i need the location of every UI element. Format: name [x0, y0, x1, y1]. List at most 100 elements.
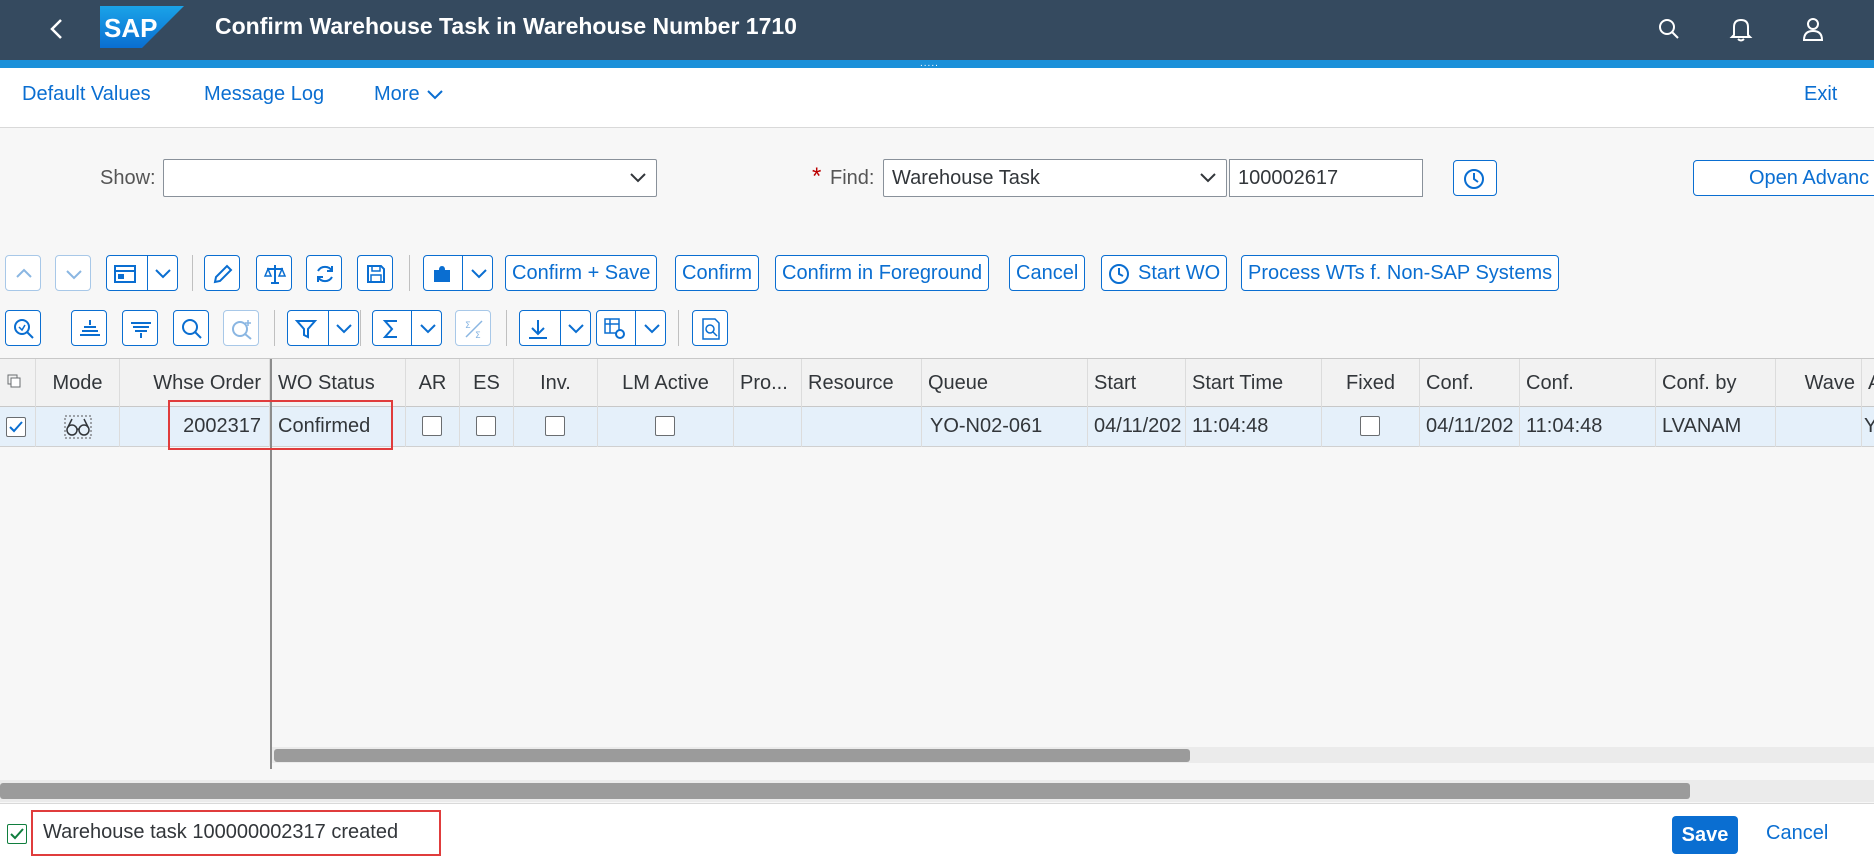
menu-message-log[interactable]: Message Log: [204, 83, 324, 106]
row-select-cell[interactable]: [0, 407, 36, 447]
resize-grip[interactable]: .....: [920, 59, 939, 69]
start-wo-button[interactable]: Start WO: [1101, 255, 1228, 291]
col-es[interactable]: ES: [460, 359, 514, 407]
fixed-checkbox[interactable]: [1360, 416, 1380, 436]
toolbar-separator: [409, 255, 410, 291]
lm-active-checkbox[interactable]: [655, 416, 675, 436]
row-select-checkbox[interactable]: [6, 417, 26, 437]
select-all-cell[interactable]: [0, 359, 36, 407]
col-conf-by[interactable]: Conf. by: [1656, 359, 1776, 407]
scroll-down-button[interactable]: [55, 255, 91, 291]
print-preview-button[interactable]: [692, 310, 728, 346]
ar-checkbox[interactable]: [422, 416, 442, 436]
process-nonsap-button[interactable]: Process WTs f. Non-SAP Systems: [1241, 255, 1560, 291]
svg-text:SAP: SAP: [104, 13, 157, 43]
col-start-time[interactable]: Start Time: [1186, 359, 1322, 407]
col-start[interactable]: Start: [1088, 359, 1186, 407]
select-all-icon: [7, 374, 21, 388]
edit-button[interactable]: [204, 255, 240, 291]
refresh-icon: [317, 265, 333, 283]
user-icon[interactable]: [1796, 12, 1830, 46]
col-lm-active[interactable]: LM Active: [598, 359, 734, 407]
sort-ascending-button[interactable]: [71, 310, 107, 346]
page-horizontal-scrollbar[interactable]: [0, 780, 1874, 802]
start-time-cell[interactable]: 11:04:48: [1186, 407, 1322, 447]
start-date-cell[interactable]: 04/11/202: [1088, 407, 1186, 447]
lm-active-cell[interactable]: [598, 407, 734, 447]
es-cell[interactable]: [460, 407, 514, 447]
col-inv[interactable]: Inv.: [514, 359, 598, 407]
layout-menu-button[interactable]: [106, 255, 178, 291]
confirm-foreground-button[interactable]: Confirm in Foreground: [775, 255, 990, 291]
menu-more[interactable]: More: [374, 83, 445, 106]
filter-menu-button[interactable]: [287, 310, 359, 346]
inv-cell[interactable]: [514, 407, 598, 447]
clock-icon: [1109, 264, 1129, 284]
cancel-task-button[interactable]: Cancel: [1009, 255, 1086, 291]
export-menu-button[interactable]: [519, 310, 591, 346]
document-search-icon: [702, 318, 720, 340]
wave-cell[interactable]: [1776, 407, 1862, 447]
confirm-button[interactable]: Confirm: [675, 255, 760, 291]
col-pro[interactable]: Pro...: [734, 359, 802, 407]
col-wave[interactable]: Wave: [1776, 359, 1862, 407]
shell-bar: SAP Confirm Warehouse Task in Warehouse …: [0, 0, 1874, 60]
grid-horizontal-scrollbar[interactable]: [272, 747, 1874, 763]
back-icon[interactable]: [42, 14, 72, 44]
toolbar-separator: [506, 310, 507, 346]
a-cell[interactable]: Y: [1862, 407, 1874, 447]
find-type-value: Warehouse Task: [892, 167, 1040, 189]
conf-date-cell[interactable]: 04/11/202: [1420, 407, 1520, 447]
col-conf-time[interactable]: Conf.: [1520, 359, 1656, 407]
es-checkbox[interactable]: [476, 416, 496, 436]
zoom-details-button[interactable]: [5, 310, 41, 346]
col-conf-date[interactable]: Conf.: [1420, 359, 1520, 407]
pro-cell[interactable]: [734, 407, 802, 447]
sort-descending-button[interactable]: [122, 310, 158, 346]
success-icon: [7, 824, 27, 844]
exit-button[interactable]: Exit: [1804, 83, 1837, 106]
col-fixed[interactable]: Fixed: [1322, 359, 1420, 407]
scroll-up-button[interactable]: [5, 255, 41, 291]
chevron-down-icon: [336, 324, 352, 334]
conf-by-cell[interactable]: LVANAM: [1656, 407, 1776, 447]
confirm-save-button[interactable]: Confirm + Save: [505, 255, 658, 291]
find-next-button[interactable]: [223, 310, 259, 346]
button-separator: [411, 311, 412, 345]
balance-button[interactable]: [256, 255, 292, 291]
search-icon[interactable]: [1652, 12, 1686, 46]
mode-cell[interactable]: [36, 407, 120, 447]
save-button[interactable]: Save: [1672, 816, 1738, 854]
subtotal-button[interactable]: ΣΣ: [455, 310, 491, 346]
find-type-select[interactable]: Warehouse Task: [883, 159, 1227, 197]
col-a[interactable]: A: [1862, 359, 1874, 407]
sum-menu-button[interactable]: [372, 310, 442, 346]
save-icon-button[interactable]: [357, 255, 393, 291]
find-value-input[interactable]: 100002617: [1229, 159, 1423, 197]
scrollbar-thumb[interactable]: [274, 749, 1190, 762]
find-button[interactable]: [173, 310, 209, 346]
history-button[interactable]: [1453, 160, 1497, 196]
settings-menu-button[interactable]: [596, 310, 666, 346]
inv-checkbox[interactable]: [545, 416, 565, 436]
button-separator: [328, 311, 329, 345]
puzzle-menu-button[interactable]: [423, 255, 493, 291]
cancel-button[interactable]: Cancel: [1766, 822, 1828, 845]
status-message[interactable]: Warehouse task 100000002317 created: [43, 821, 398, 844]
bell-icon[interactable]: [1724, 12, 1758, 46]
refresh-button[interactable]: [306, 255, 342, 291]
resource-cell[interactable]: [802, 407, 922, 447]
col-queue[interactable]: Queue: [922, 359, 1088, 407]
col-mode[interactable]: Mode: [36, 359, 120, 407]
menu-default-values[interactable]: Default Values: [22, 83, 151, 106]
col-resource[interactable]: Resource: [802, 359, 922, 407]
queue-cell[interactable]: YO-N02-061: [922, 407, 1088, 447]
show-select[interactable]: [163, 159, 657, 197]
col-ar[interactable]: AR: [406, 359, 460, 407]
fixed-cell[interactable]: [1322, 407, 1420, 447]
conf-time-cell[interactable]: 11:04:48: [1520, 407, 1656, 447]
open-advanced-button[interactable]: Open Advanc: [1693, 160, 1874, 196]
ar-cell[interactable]: [406, 407, 460, 447]
chevron-down-icon: [630, 173, 646, 183]
scrollbar-thumb[interactable]: [0, 783, 1690, 799]
